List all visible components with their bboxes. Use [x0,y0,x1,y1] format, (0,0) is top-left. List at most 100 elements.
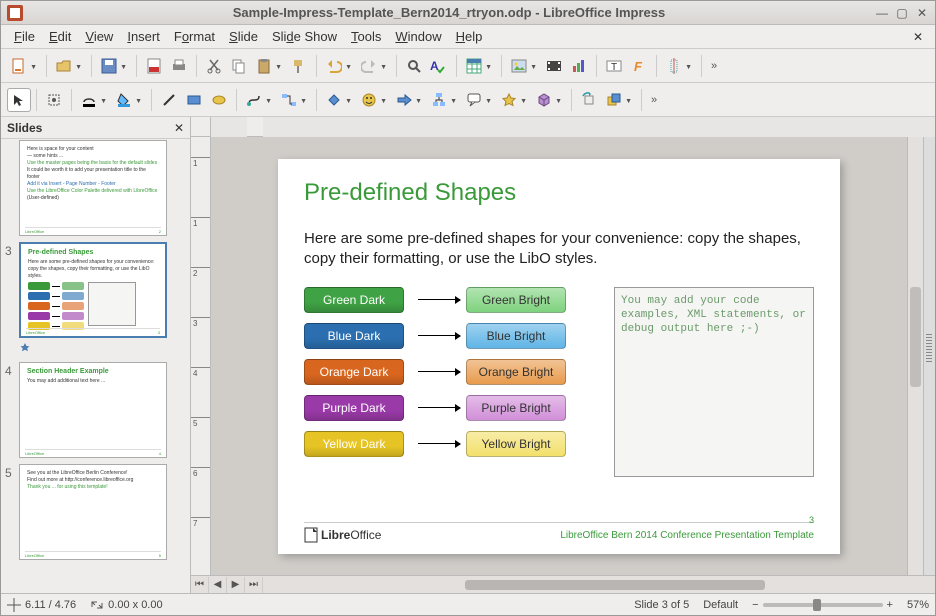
block-arrows-button[interactable]: ▼ [392,88,416,112]
callouts-button[interactable]: ▼ [462,88,486,112]
first-slide-button[interactable]: ⏮ [191,577,209,593]
workarea: Slides ✕ Here is space for your content—… [1,117,935,593]
textbox-button[interactable]: T [602,54,626,78]
code-box[interactable]: You may add your code examples, XML stat… [614,287,814,477]
shape-dark[interactable]: Purple Dark [304,395,404,421]
line-tool[interactable] [157,88,181,112]
clone-formatting-button[interactable] [287,54,311,78]
canvas[interactable]: Pre-defined Shapes Here are some pre-def… [211,137,907,575]
drawing-toolbar-overflow[interactable]: » [647,94,659,106]
select-tool[interactable] [7,88,31,112]
standard-toolbar: ▼ ▼ ▼ ▼ ▼ ▼ A ▼ ▼ T F ▼ » [1,49,935,83]
shape-bright[interactable]: Green Bright [466,287,566,313]
status-style[interactable]: Default [703,599,738,611]
shape-bright[interactable]: Orange Bright [466,359,566,385]
slide-thumbnails[interactable]: Here is space for your content— some hin… [1,139,190,593]
save-button[interactable]: ▼ [97,54,121,78]
undo-button[interactable]: ▼ [322,54,346,78]
zoom-slider[interactable]: −+ [752,599,893,611]
ellipse-tool[interactable] [207,88,231,112]
sidebar-handle[interactable] [923,137,935,575]
app-icon [7,5,23,21]
3d-button[interactable]: ▼ [532,88,556,112]
shape-dark[interactable]: Green Dark [304,287,404,313]
zoom-pan-button[interactable] [42,88,66,112]
toolbar-overflow[interactable]: » [707,60,719,72]
status-zoom[interactable]: 57% [907,599,929,611]
menu-format[interactable]: Format [167,26,222,47]
shape-dark[interactable]: Orange Dark [304,359,404,385]
slide-panel: Slides ✕ Here is space for your content—… [1,117,191,593]
status-slide[interactable]: Slide 3 of 5 [634,599,689,611]
stars-button[interactable]: ▼ [497,88,521,112]
copy-button[interactable] [227,54,251,78]
connector-tool[interactable]: ▼ [277,88,301,112]
menu-help[interactable]: Help [449,26,490,47]
thumb-3[interactable]: 3Pre-defined ShapesHere are some pre-def… [5,242,186,356]
menu-file[interactable]: File [7,26,42,47]
shape-bright[interactable]: Blue Bright [466,323,566,349]
find-button[interactable] [402,54,426,78]
menu-slideshow[interactable]: Slide Show [265,26,344,47]
shape-dark[interactable]: Blue Dark [304,323,404,349]
menu-window[interactable]: Window [388,26,448,47]
arrange-button[interactable]: ▼ [602,88,626,112]
horizontal-scrollbar[interactable] [265,579,905,591]
menu-edit[interactable]: Edit [42,26,78,47]
slide-panel-close[interactable]: ✕ [174,121,184,135]
maximize-button[interactable]: ▢ [895,6,909,20]
statusbar: 6.11 / 4.76 0.00 x 0.00 Slide 3 of 5 Def… [1,593,935,615]
rect-tool[interactable] [182,88,206,112]
slide-subtitle[interactable]: Here are some pre-defined shapes for you… [304,229,814,269]
cut-button[interactable] [202,54,226,78]
fill-color-button[interactable]: ▼ [112,88,136,112]
menu-insert[interactable]: Insert [120,26,167,47]
shape-dark[interactable]: Yellow Dark [304,431,404,457]
media-button[interactable] [542,54,566,78]
next-slide-button[interactable]: ▶ [227,577,245,593]
slide-title[interactable]: Pre-defined Shapes [304,179,814,207]
symbol-shapes-button[interactable]: ▼ [357,88,381,112]
arrow-icon [418,443,460,444]
document-close-button[interactable]: ✕ [907,27,929,47]
rotate-button[interactable] [577,88,601,112]
align-button[interactable]: ▼ [662,54,686,78]
slide[interactable]: Pre-defined Shapes Here are some pre-def… [278,159,840,554]
fontwork-button[interactable]: F [627,54,651,78]
basic-shapes-button[interactable]: ▼ [322,88,346,112]
svg-text:T: T [611,62,617,73]
new-button[interactable]: ▼ [7,54,31,78]
print-button[interactable] [167,54,191,78]
thumb-2[interactable]: Here is space for your content— some hin… [5,140,186,236]
ruler-vertical[interactable]: 11234567 [191,137,211,575]
redo-button[interactable]: ▼ [357,54,381,78]
thumb-4[interactable]: 4Section Header ExampleYou may add addit… [5,362,186,458]
shape-bright[interactable]: Yellow Bright [466,431,566,457]
menu-view[interactable]: View [78,26,120,47]
close-button[interactable]: ✕ [915,6,929,20]
image-button[interactable]: ▼ [507,54,531,78]
export-pdf-button[interactable] [142,54,166,78]
menu-slide[interactable]: Slide [222,26,265,47]
curve-tool[interactable]: ▼ [242,88,266,112]
status-coords: 6.11 / 4.76 [7,598,76,612]
paste-button[interactable]: ▼ [252,54,276,78]
open-button[interactable]: ▼ [52,54,76,78]
footer-logo: LibreOffice [304,527,381,543]
vertical-scrollbar[interactable] [907,137,923,575]
app-window: Sample-Impress-Template_Bern2014_rtryon.… [0,0,936,616]
thumb-5[interactable]: 5See you at the LibreOffice Berlin Confe… [5,464,186,560]
chart-button[interactable] [567,54,591,78]
minimize-button[interactable]: — [875,6,889,20]
navigation-bar: ⏮ ◀ ▶ ⏭ [191,575,935,593]
line-color-button[interactable]: ▼ [77,88,101,112]
prev-slide-button[interactable]: ◀ [209,577,227,593]
spellcheck-button[interactable]: A [427,54,451,78]
flowchart-button[interactable]: ▼ [427,88,451,112]
drawing-toolbar: ▼ ▼ ▼ ▼ ▼ ▼ ▼ ▼ ▼ ▼ ▼ ▼ » [1,83,935,117]
table-button[interactable]: ▼ [462,54,486,78]
menu-tools[interactable]: Tools [344,26,388,47]
shape-bright[interactable]: Purple Bright [466,395,566,421]
last-slide-button[interactable]: ⏭ [245,577,263,593]
window-title: Sample-Impress-Template_Bern2014_rtryon.… [29,5,869,20]
